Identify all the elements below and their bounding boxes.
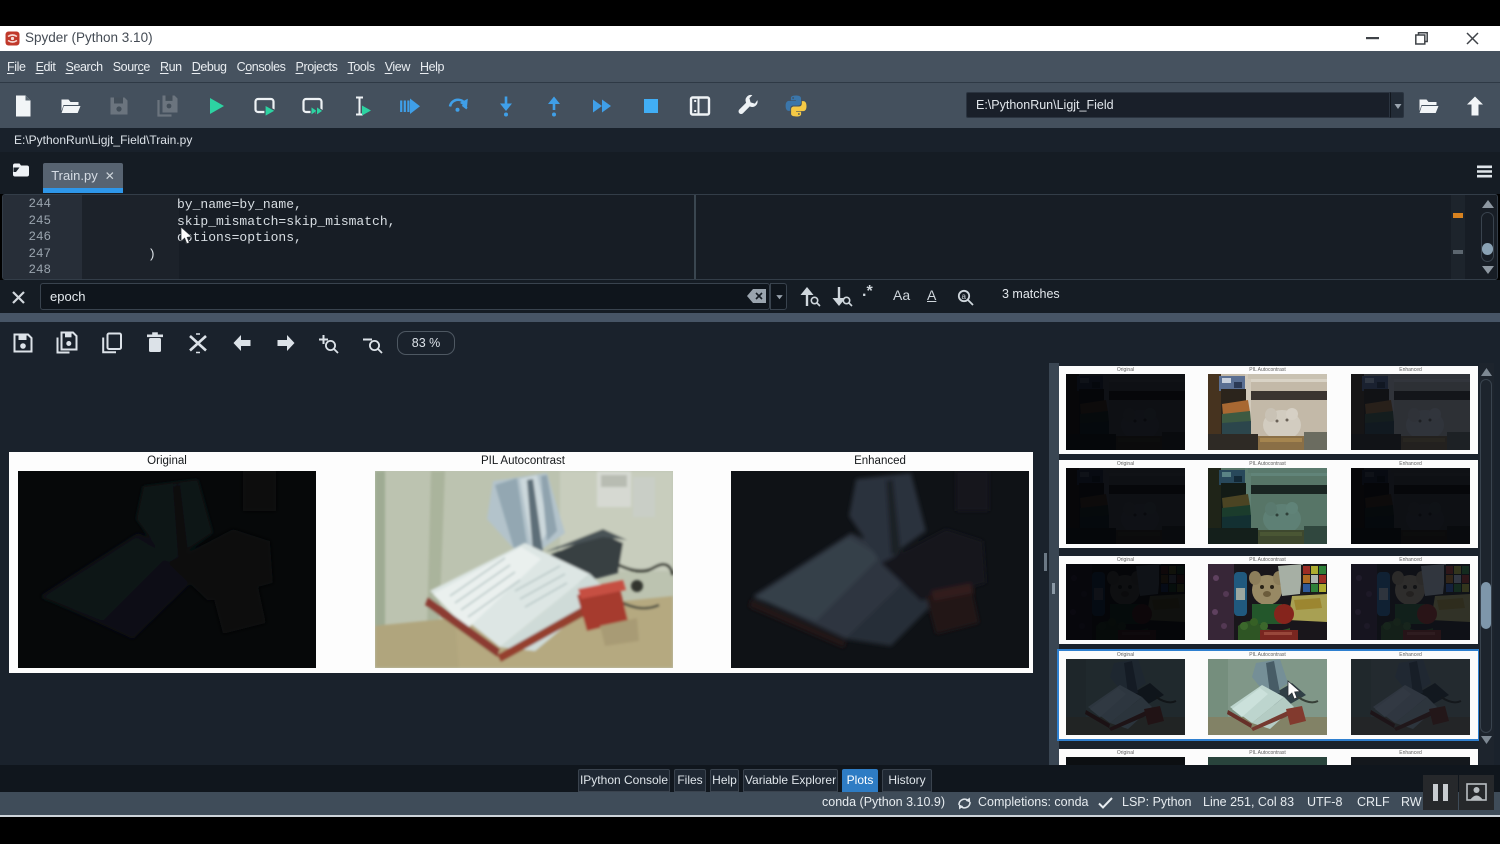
svg-text:a: a	[962, 292, 967, 301]
